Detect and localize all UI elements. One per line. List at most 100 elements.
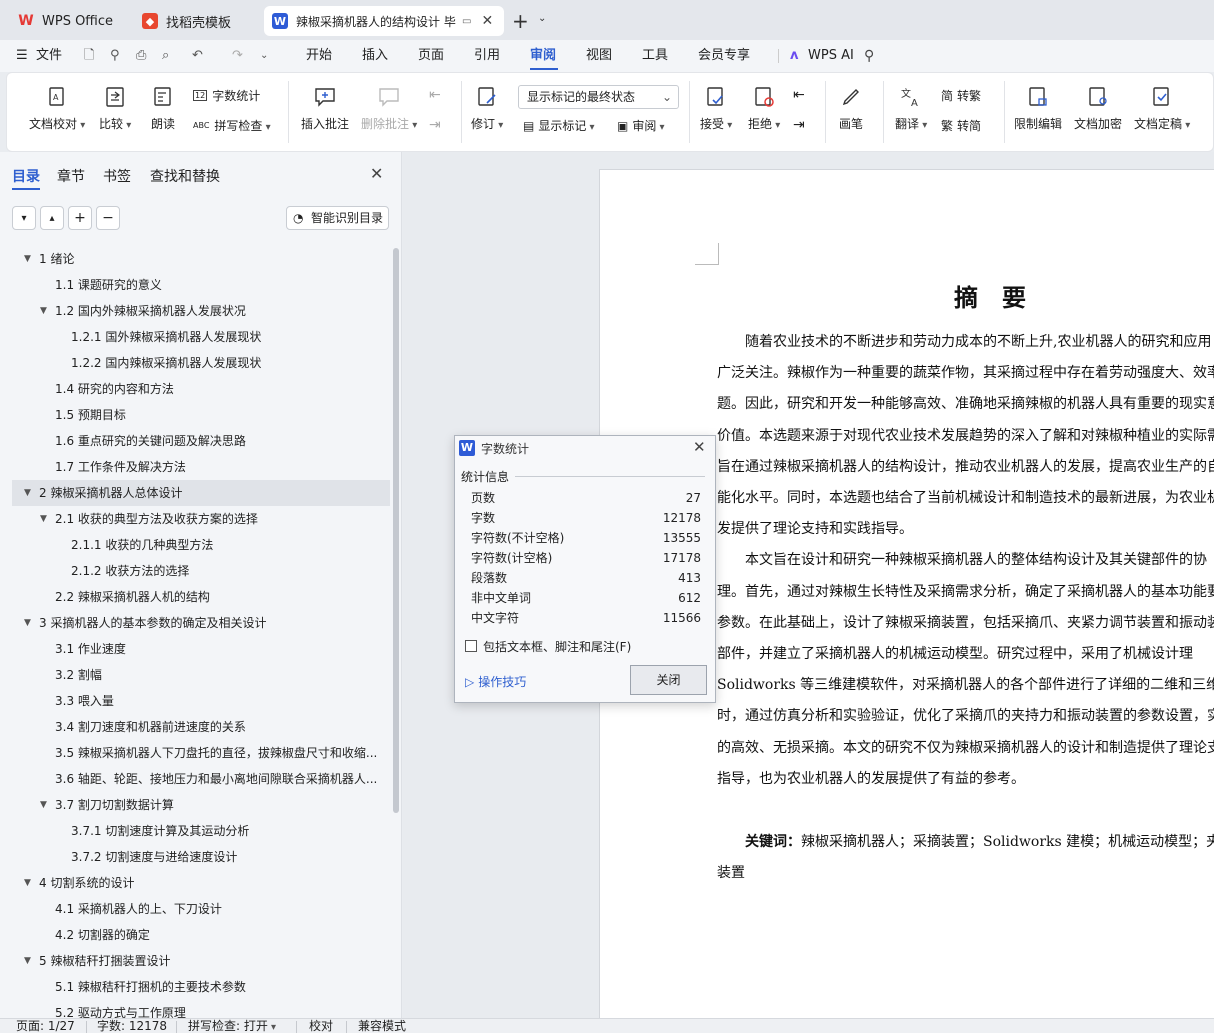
tab-sections[interactable]: 章节 [57, 166, 85, 186]
close-icon[interactable]: ✕ [693, 438, 706, 456]
file-menu[interactable]: 文件 [36, 40, 62, 72]
status-spell[interactable]: 拼写检查: 打开 [188, 1019, 276, 1033]
tab-docer[interactable]: ◆ 找稻壳模板 [130, 6, 260, 36]
tab-document[interactable]: W 辣椒采摘机器人的结构设计 毕 ▭ ✕ [264, 6, 504, 36]
toc-item[interactable]: ▼ 5 辣椒秸秆打捆装置设计 [0, 948, 390, 974]
search-icon[interactable]: ⚲ [864, 40, 874, 72]
to-simplified-button[interactable]: 繁转简 [941, 117, 981, 134]
status-page[interactable]: 页面: 1/27 [16, 1019, 75, 1033]
chevron-down-icon[interactable]: ⌄ [538, 13, 546, 24]
prev-comment-icon[interactable]: ⇤ [429, 87, 441, 103]
restrict-edit-button[interactable]: 限制编辑 [1014, 85, 1062, 132]
window-icon[interactable]: ▭ [462, 16, 471, 27]
spell-check-button[interactable]: ABC 拼写检查 [193, 117, 271, 134]
menu-tools[interactable]: 工具 [642, 40, 668, 72]
translate-button[interactable]: 文A 翻译 [895, 85, 927, 132]
toc-item[interactable]: 3.2 割幅 [0, 662, 390, 688]
next-comment-icon[interactable]: ⇥ [429, 117, 441, 133]
delete-comment-button[interactable]: 删除批注 [361, 85, 417, 132]
revise-button[interactable]: 修订 [471, 85, 503, 132]
menu-member[interactable]: 会员专享 [698, 40, 750, 72]
tips-link[interactable]: ▷ 操作技巧 [465, 673, 526, 690]
add-heading-button[interactable]: + [68, 206, 92, 230]
include-textbox-checkbox[interactable] [465, 640, 477, 652]
toc-item[interactable]: ▼ 4 切割系统的设计 [0, 870, 390, 896]
toc-item[interactable]: ▼ 2.1 收获的典型方法及收获方案的选择 [0, 506, 390, 532]
toc-item[interactable]: 3.1 作业速度 [0, 636, 390, 662]
markup-state-select[interactable]: 显示标记的最终状态 ⌄ [518, 85, 679, 109]
tab-wps-office[interactable]: W WPS Office [6, 6, 124, 36]
expand-arrow-icon[interactable]: ▼ [24, 610, 31, 636]
toc-item[interactable]: 4.2 切割器的确定 [0, 922, 390, 948]
toc-item[interactable]: ▼ 3.7 割刀切割数据计算 [0, 792, 390, 818]
toc-item[interactable]: ▼ 2 辣椒采摘机器人总体设计 [12, 480, 390, 506]
collapse-button[interactable]: ▾ [12, 206, 36, 230]
expand-button[interactable]: ▴ [40, 206, 64, 230]
hamburger-icon[interactable]: ☰ [16, 40, 28, 72]
tab-bookmarks[interactable]: 书签 [103, 166, 131, 186]
expand-arrow-icon[interactable]: ▼ [24, 480, 31, 506]
smart-toc-button[interactable]: ◔ 智能识别目录 [286, 206, 389, 230]
toc-item[interactable]: 4.1 采摘机器人的上、下刀设计 [0, 896, 390, 922]
tab-find-replace[interactable]: 查找和替换 [150, 166, 220, 186]
reject-button[interactable]: 拒绝 [748, 85, 780, 132]
expand-arrow-icon[interactable]: ▼ [24, 246, 31, 272]
compare-button[interactable]: 比较 [99, 85, 131, 132]
expand-arrow-icon[interactable]: ▼ [24, 870, 31, 896]
close-icon[interactable]: ✕ [370, 164, 383, 183]
tab-toc[interactable]: 目录 [12, 166, 40, 186]
prev-change-icon[interactable]: ⇤ [793, 87, 805, 103]
menu-start[interactable]: 开始 [306, 40, 332, 72]
show-markup-button[interactable]: ▤ 显示标记 [523, 117, 595, 134]
word-count-button[interactable]: 12 字数统计 [193, 87, 260, 104]
redo-icon[interactable]: ↷ [232, 40, 243, 72]
menu-insert[interactable]: 插入 [362, 40, 388, 72]
menu-view[interactable]: 视图 [586, 40, 612, 72]
pen-button[interactable]: 画笔 [839, 85, 863, 132]
status-proof[interactable]: 校对 [309, 1019, 333, 1033]
toc-item[interactable]: 1.2.2 国内辣椒采摘机器人发展现状 [0, 350, 390, 376]
doc-proof-button[interactable]: A 文档校对 [29, 85, 85, 132]
toc-item[interactable]: 5.1 辣椒秸秆打捆机的主要技术参数 [0, 974, 390, 1000]
close-button[interactable]: 关闭 [630, 665, 707, 695]
remove-heading-button[interactable]: − [96, 206, 120, 230]
toc-item[interactable]: 3.7.2 切割速度与进给速度设计 [0, 844, 390, 870]
toc-item[interactable]: 3.3 喂入量 [0, 688, 390, 714]
print-icon[interactable]: ⎙ [136, 40, 146, 72]
toc-item[interactable]: 1.2.1 国外辣椒采摘机器人发展现状 [0, 324, 390, 350]
menu-page[interactable]: 页面 [418, 40, 444, 72]
toc-item[interactable]: 1.6 重点研究的关键问题及解决思路 [0, 428, 390, 454]
toc-item[interactable]: 1.5 预期目标 [0, 402, 390, 428]
save-icon[interactable]: 🗋 [84, 40, 94, 72]
close-tab-icon[interactable]: ✕ [481, 13, 493, 29]
toc-item[interactable]: ▼ 3 采摘机器人的基本参数的确定及相关设计 [0, 610, 390, 636]
wps-ai-button[interactable]: WPS AI [808, 40, 854, 72]
share-icon[interactable]: ⚲ [110, 40, 120, 72]
toc-item[interactable]: 1.1 课题研究的意义 [0, 272, 390, 298]
status-words[interactable]: 字数: 12178 [97, 1019, 167, 1033]
toc-item[interactable]: 2.1.2 收获方法的选择 [0, 558, 390, 584]
undo-icon[interactable]: ↶ [192, 40, 203, 72]
toc-item[interactable]: 5.2 驱动方式与工作原理 [0, 1000, 390, 1018]
toc-item[interactable]: 1.7 工作条件及解决方法 [0, 454, 390, 480]
toc-item[interactable]: ▼ 1.2 国内外辣椒采摘机器人发展状况 [0, 298, 390, 324]
print-preview-icon[interactable]: ⌕ [162, 40, 169, 72]
toc-item[interactable]: 3.6 轴距、轮距、接地压力和最小离地间隙联合采摘机器人... [0, 766, 390, 792]
scrollbar[interactable] [393, 248, 399, 813]
expand-arrow-icon[interactable]: ▼ [40, 298, 47, 324]
toc-item[interactable]: 2.2 辣椒采摘机器人机的结构 [0, 584, 390, 610]
next-change-icon[interactable]: ⇥ [793, 117, 805, 133]
toc-item[interactable]: 1.4 研究的内容和方法 [0, 376, 390, 402]
accept-button[interactable]: 接受 [700, 85, 732, 132]
finalize-button[interactable]: 文档定稿 [1134, 85, 1190, 132]
read-aloud-button[interactable]: 朗读 [151, 85, 175, 132]
toc-item[interactable]: 2.1.1 收获的几种典型方法 [0, 532, 390, 558]
to-traditional-button[interactable]: 简转繁 [941, 87, 981, 104]
toc-item[interactable]: ▼ 1 绪论 [0, 246, 390, 272]
review-pane-button[interactable]: ▣ 审阅 [617, 117, 665, 134]
toc-item[interactable]: 3.4 割刀速度和机器前进速度的关系 [0, 714, 390, 740]
insert-comment-button[interactable]: 插入批注 [301, 85, 349, 132]
menu-reference[interactable]: 引用 [474, 40, 500, 72]
new-tab-icon[interactable]: + [512, 9, 529, 33]
toc-item[interactable]: 3.5 辣椒采摘机器人下刀盘托的直径，拔辣椒盘尺寸和收缩... [0, 740, 390, 766]
